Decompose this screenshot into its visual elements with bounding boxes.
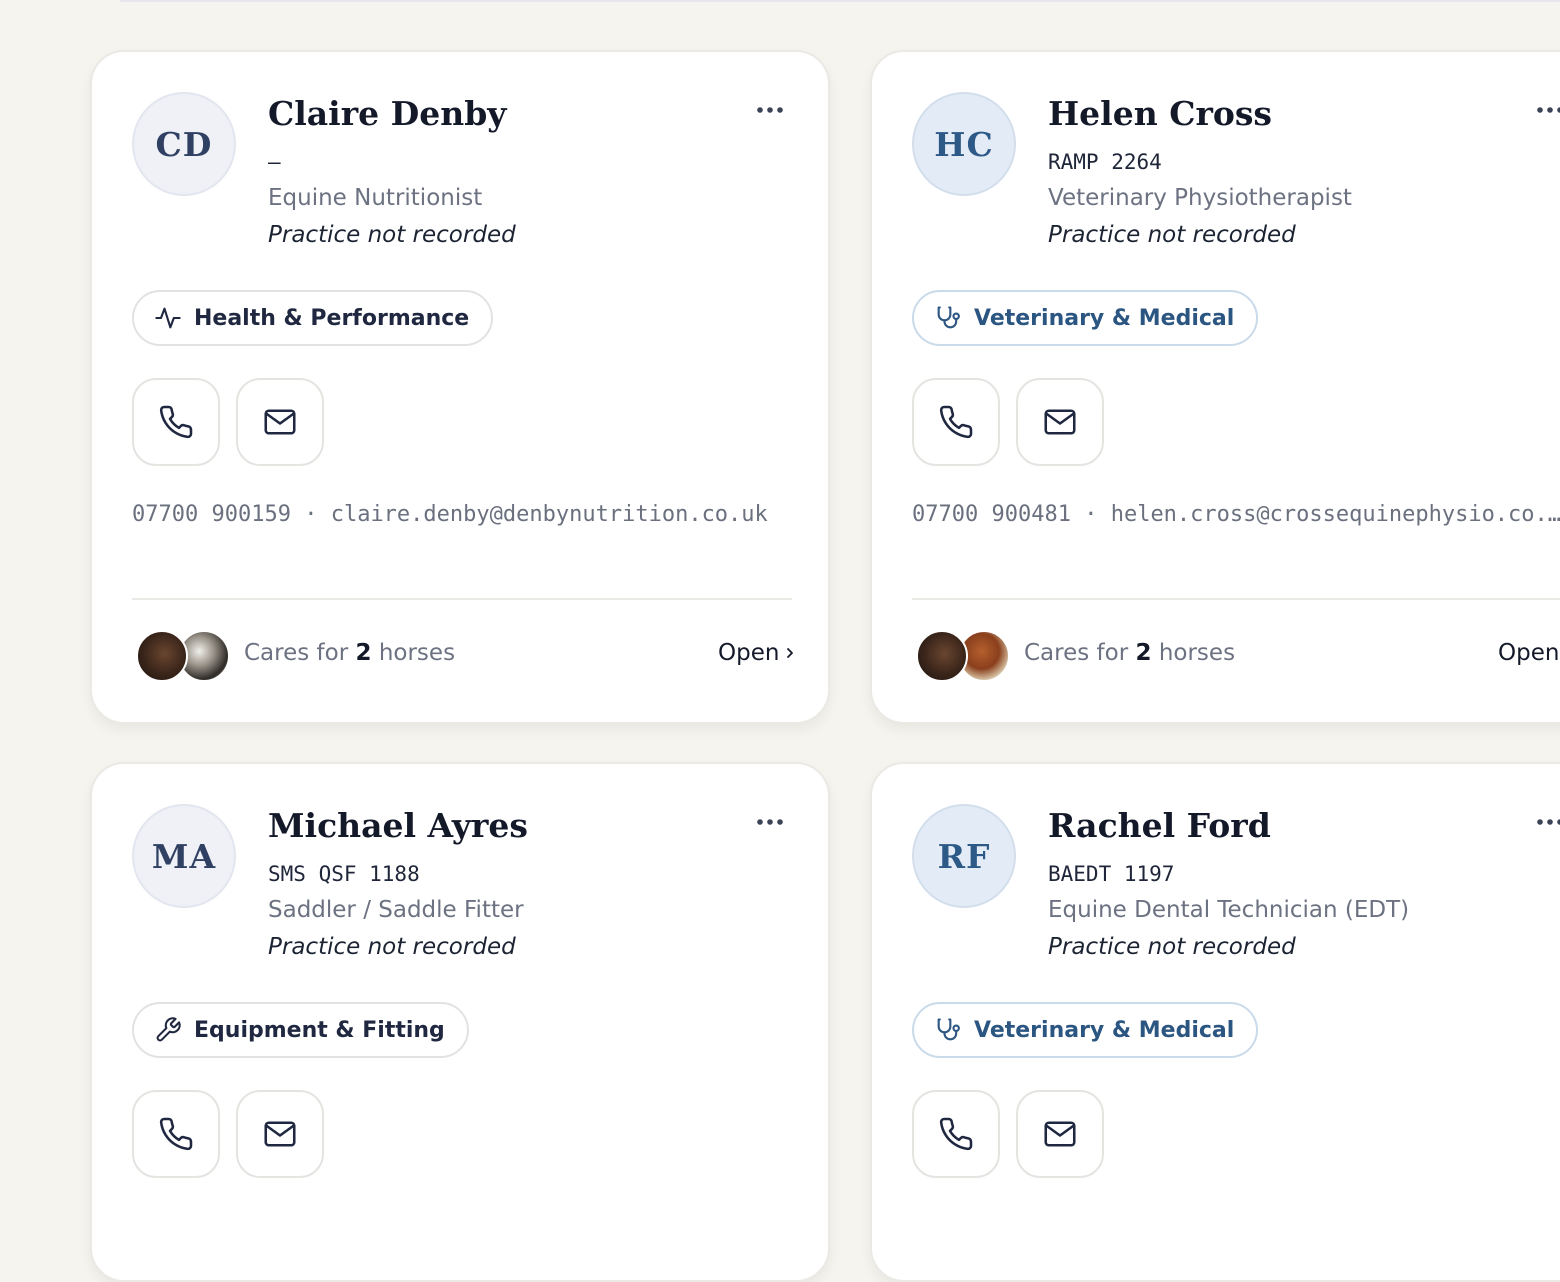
more-options-button[interactable] (1536, 96, 1560, 124)
category-tag[interactable]: Veterinary & Medical (912, 1002, 1259, 1058)
contact-role: Equine Dental Technician (EDT) (1048, 897, 1410, 923)
call-button[interactable] (912, 378, 1000, 466)
cares-for-summary: Cares for 2 horses (244, 640, 456, 666)
open-link[interactable]: Open (718, 640, 795, 666)
more-options-button[interactable] (1536, 808, 1560, 836)
category-tag[interactable]: Equipment & Fitting (132, 1002, 469, 1058)
mail-icon (264, 1121, 296, 1147)
contact-role: Veterinary Physiotherapist (1048, 185, 1352, 211)
stethoscope-icon (937, 1018, 960, 1041)
separator: · (304, 502, 318, 527)
mail-icon (1044, 1121, 1076, 1147)
category-label: Health & Performance (194, 305, 470, 331)
more-horizontal-icon (757, 107, 783, 113)
avatar: CD (132, 92, 236, 196)
divider (132, 598, 792, 600)
more-horizontal-icon (757, 819, 783, 825)
category-label: Veterinary & Medical (974, 305, 1235, 331)
horse-avatar (916, 630, 968, 682)
registration-number: SMS QSF 1188 (268, 862, 420, 886)
email-button[interactable] (1016, 378, 1104, 466)
email-button[interactable] (1016, 1090, 1104, 1178)
email-button[interactable] (236, 378, 324, 466)
separator: · (1084, 502, 1098, 527)
email-button[interactable] (236, 1090, 324, 1178)
horse-count: 2 (1135, 640, 1152, 666)
contact-details: 07700 900159 · claire.denby@denbynutriti… (132, 502, 786, 527)
wrench-icon (156, 1017, 181, 1042)
contact-details: 07700 900481 · helen.cross@crossequineph… (912, 502, 1560, 527)
registration-number: – (268, 150, 281, 174)
contact-card[interactable]: MA Michael Ayres SMS QSF 1188 Saddler / … (90, 762, 830, 1282)
phone-icon (939, 405, 973, 439)
contact-card[interactable]: RF Rachel Ford BAEDT 1197 Equine Dental … (870, 762, 1560, 1282)
phone-number[interactable]: 07700 900159 (132, 502, 291, 527)
practice-name: Practice not recorded (268, 222, 516, 248)
category-label: Equipment & Fitting (194, 1017, 445, 1043)
phone-icon (159, 405, 193, 439)
avatar: RF (912, 804, 1016, 908)
avatar: MA (132, 804, 236, 908)
call-button[interactable] (912, 1090, 1000, 1178)
category-tag[interactable]: Health & Performance (132, 290, 494, 346)
stethoscope-icon (937, 306, 960, 329)
avatar: HC (912, 92, 1016, 196)
practice-name: Practice not recorded (268, 934, 516, 960)
horse-avatar (136, 630, 188, 682)
horse-count: 2 (355, 640, 372, 666)
contact-card[interactable]: CD Claire Denby – Equine Nutritionist Pr… (90, 50, 830, 724)
cares-for-summary: Cares for 2 horses (1024, 640, 1236, 666)
phone-icon (939, 1117, 973, 1151)
category-tag[interactable]: Veterinary & Medical (912, 290, 1259, 346)
practice-name: Practice not recorded (1048, 222, 1296, 248)
horse-avatars (136, 630, 236, 682)
more-horizontal-icon (1537, 819, 1560, 825)
more-options-button[interactable] (756, 808, 784, 836)
contact-name: Rachel Ford (1048, 806, 1271, 845)
contact-name: Michael Ayres (268, 806, 528, 845)
activity-icon (155, 307, 181, 329)
open-link[interactable]: Open (1498, 640, 1560, 666)
more-options-button[interactable] (756, 96, 784, 124)
contact-card[interactable]: HC Helen Cross RAMP 2264 Veterinary Phys… (870, 50, 1560, 724)
call-button[interactable] (132, 378, 220, 466)
contact-name: Helen Cross (1048, 94, 1273, 133)
phone-number[interactable]: 07700 900481 (912, 502, 1071, 527)
contact-role: Equine Nutritionist (268, 185, 483, 211)
call-button[interactable] (132, 1090, 220, 1178)
email-address[interactable]: helen.cross@crossequinephysio.co.uk (1111, 502, 1560, 527)
horse-avatars (916, 630, 1016, 682)
top-divider (120, 0, 1560, 2)
contact-role: Saddler / Saddle Fitter (268, 897, 524, 923)
mail-icon (264, 409, 296, 435)
mail-icon (1044, 409, 1076, 435)
registration-number: BAEDT 1197 (1048, 862, 1175, 886)
email-address[interactable]: claire.denby@denbynutrition.co.uk (331, 502, 768, 527)
divider (912, 598, 1560, 600)
category-label: Veterinary & Medical (974, 1017, 1235, 1043)
more-horizontal-icon (1537, 107, 1560, 113)
contact-name: Claire Denby (268, 94, 507, 133)
registration-number: RAMP 2264 (1048, 150, 1162, 174)
phone-icon (159, 1117, 193, 1151)
chevron-right-icon (787, 648, 794, 658)
practice-name: Practice not recorded (1048, 934, 1296, 960)
